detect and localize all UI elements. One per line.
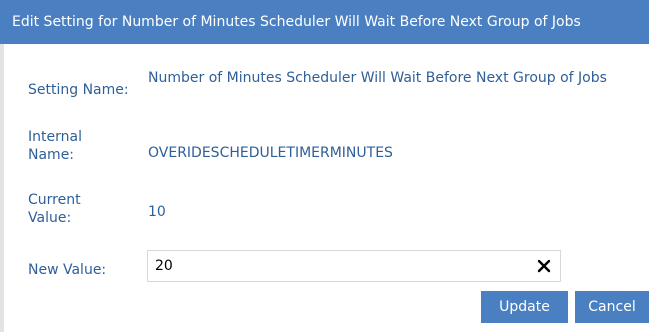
cancel-button[interactable]: Cancel	[575, 291, 649, 323]
close-icon[interactable]	[536, 258, 552, 274]
update-button[interactable]: Update	[481, 291, 568, 323]
new-value-label: New Value:	[28, 262, 107, 278]
setting-name-value: Number of Minutes Scheduler Will Wait Be…	[148, 70, 607, 86]
current-value-value: 10	[148, 204, 166, 220]
internal-name-value: OVERIDESCHEDULETIMERMINUTES	[148, 145, 393, 161]
new-value-input[interactable]	[155, 251, 515, 281]
new-value-field	[147, 250, 561, 282]
dialog-title: Edit Setting for Number of Minutes Sched…	[0, 0, 649, 44]
internal-name-label: Internal Name:	[28, 129, 82, 163]
current-value-label: Current Value:	[28, 192, 81, 226]
setting-name-label: Setting Name:	[28, 82, 129, 98]
edit-setting-dialog: Edit Setting for Number of Minutes Sched…	[0, 0, 649, 332]
dialog-left-edge	[0, 44, 4, 332]
